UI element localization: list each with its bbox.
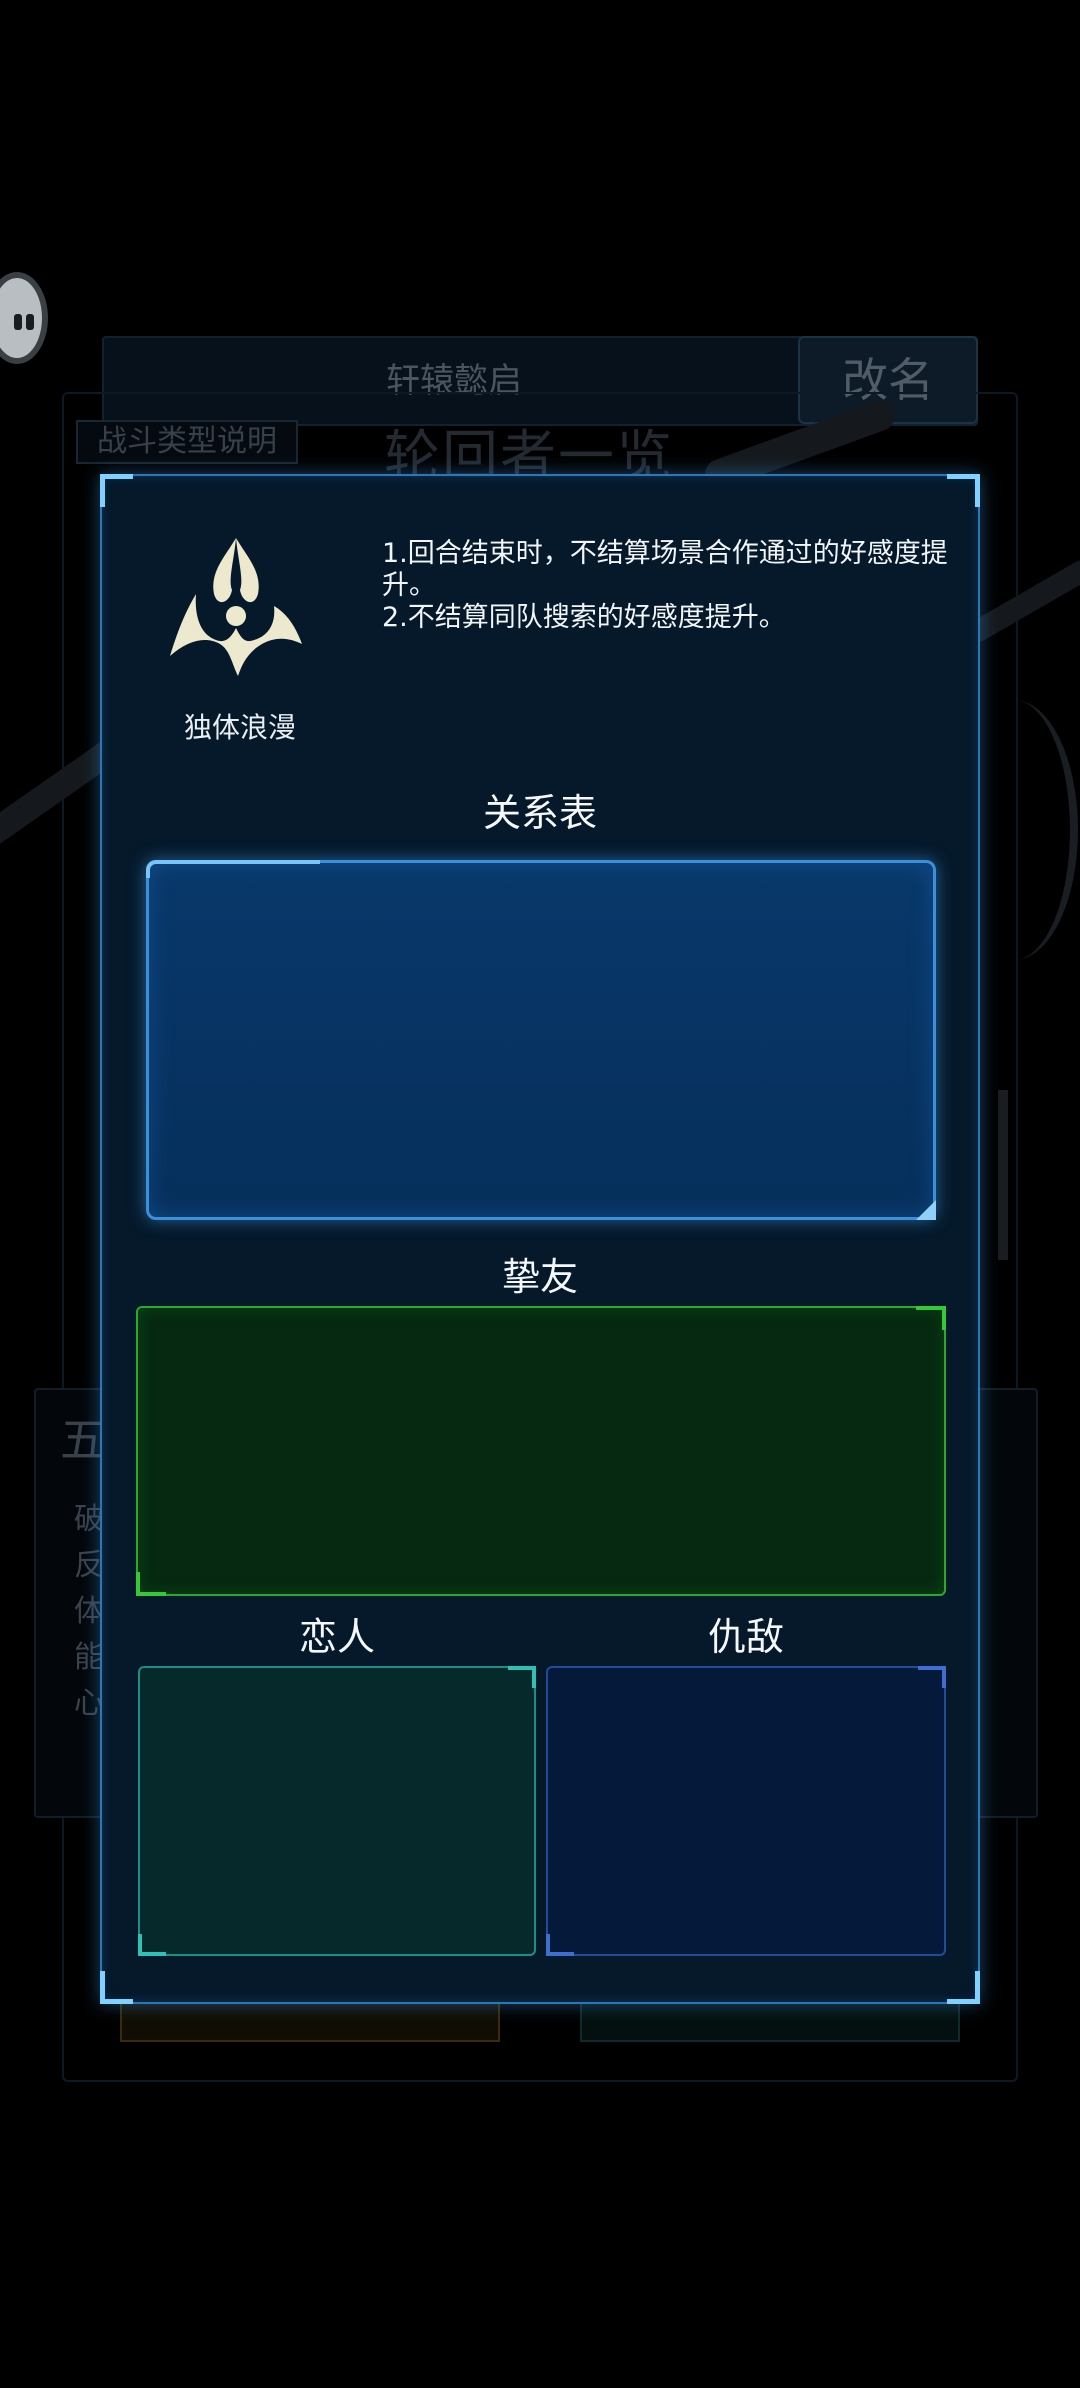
assistant-robot-button[interactable] xyxy=(0,272,48,364)
screen: 轩辕懿启 改名 战斗类型说明 轮回者一览 五 破 反 体 能 心 独体浪漫 1.… xyxy=(0,0,1080,2388)
robot-eye-icon xyxy=(14,314,22,330)
friend-panel[interactable] xyxy=(136,1306,946,1596)
panel-corner-decoration xyxy=(916,1200,936,1220)
corner-decoration xyxy=(100,1971,133,2004)
corner-decoration xyxy=(918,1666,946,1688)
romance-emblem-icon xyxy=(170,538,302,676)
description-line: 2.不结算同队搜索的好感度提升。 xyxy=(382,602,786,633)
relation-table-panel[interactable] xyxy=(146,860,936,1220)
enemy-title: 仇敌 xyxy=(707,1615,784,1659)
trait-name: 独体浪漫 xyxy=(183,711,296,744)
relation-table-title: 关系表 xyxy=(482,791,597,835)
corner-decoration xyxy=(916,1306,946,1330)
description-line: 1.回合结束时，不结算场景合作通过的好感度提升。 xyxy=(382,538,948,601)
trait-description: 1.回合结束时，不结算场景合作通过的好感度提升。 2.不结算同队搜索的好感度提升… xyxy=(382,538,962,634)
lover-panel[interactable] xyxy=(138,1666,536,1956)
corner-decoration xyxy=(546,1934,574,1956)
corner-decoration xyxy=(508,1666,536,1688)
battle-type-tab[interactable]: 战斗类型说明 xyxy=(76,420,298,464)
corner-decoration xyxy=(138,1934,166,1956)
relationship-modal: 独体浪漫 1.回合结束时，不结算场景合作通过的好感度提升。 2.不结算同队搜索的… xyxy=(100,474,980,2004)
lover-title: 恋人 xyxy=(298,1615,375,1659)
corner-decoration xyxy=(947,1971,980,2004)
rod-decoration xyxy=(998,1090,1008,1260)
corner-decoration xyxy=(100,474,133,507)
enemy-panel[interactable] xyxy=(546,1666,946,1956)
robot-eye-icon xyxy=(26,314,34,330)
corner-decoration xyxy=(136,1572,166,1596)
panel-tab-decoration xyxy=(146,860,320,878)
corner-decoration xyxy=(947,474,980,507)
friend-title: 挚友 xyxy=(501,1255,578,1299)
